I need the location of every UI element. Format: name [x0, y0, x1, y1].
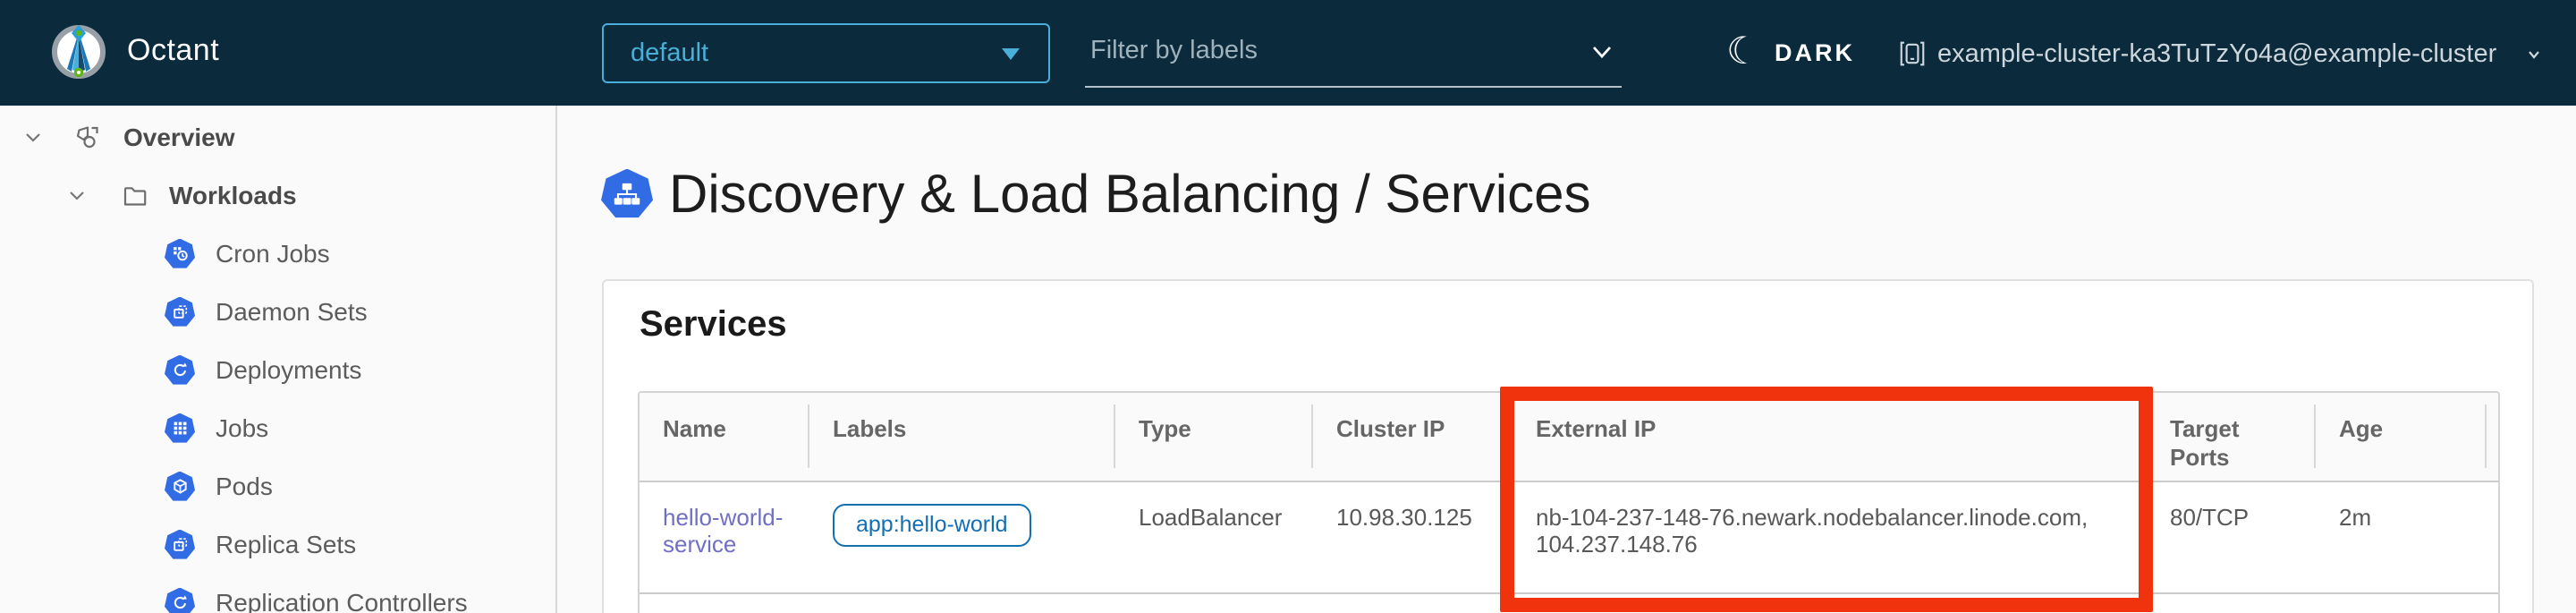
cluster-context-label: example-cluster-ka3TuTzYo4a@example-clus… [1937, 39, 2496, 69]
octant-app: Octant default Filter by labels ☾ DARK e… [0, 0, 2576, 613]
sidebar-item-cron-jobs[interactable]: Cron Jobs [0, 225, 555, 283]
sidebar-item-label: Overview [123, 123, 235, 152]
sidebar-item-deployments[interactable]: Deployments [0, 341, 555, 399]
replica-sets-icon [165, 530, 195, 560]
sidebar-item-label: Replica Sets [216, 531, 356, 559]
column-header-spacer [2487, 393, 2526, 481]
cell-labels: app:hello-world [809, 482, 1115, 592]
sidebar-item-jobs[interactable]: Jobs [0, 399, 555, 457]
sidebar-item-replica-sets[interactable]: Replica Sets [0, 515, 555, 574]
folder-icon [123, 183, 148, 209]
namespace-select[interactable]: default [602, 23, 1050, 83]
service-name-link[interactable]: hello-world-service [663, 504, 783, 558]
sidebar-nav-tree: Overview Workloads Cron Jobs [0, 106, 557, 613]
sidebar-item-label: Cron Jobs [216, 240, 330, 268]
chevron-down-icon [2526, 47, 2542, 63]
replication-controllers-icon [165, 588, 195, 613]
cron-jobs-icon [165, 239, 195, 269]
sidebar-item-workloads[interactable]: Workloads [0, 166, 555, 225]
chevron-down-icon[interactable] [1589, 39, 1614, 64]
column-header-type[interactable]: Type [1115, 393, 1313, 481]
moon-icon: ☾ [1726, 30, 1760, 72]
sidebar-item-label: Pods [216, 473, 273, 501]
chevron-down-icon[interactable] [68, 187, 86, 205]
deployments-icon [165, 355, 195, 386]
column-header-cluster-ip[interactable]: Cluster IP [1313, 393, 1513, 481]
page-title: Discovery & Load Balancing / Services [669, 163, 1591, 225]
column-header-external-ip[interactable]: External IP [1513, 393, 2147, 481]
table-row: hello-world-service app:hello-world Load… [640, 482, 2498, 594]
sidebar-item-replication-controllers[interactable]: Replication Controllers [0, 574, 555, 613]
column-header-name[interactable]: Name [640, 393, 809, 481]
namespace-select-value: default [631, 25, 708, 81]
sidebar-item-daemon-sets[interactable]: Daemon Sets [0, 283, 555, 341]
table-header-row: Name Labels Type Cluster IP External IP … [640, 393, 2498, 482]
sidebar-item-label: Deployments [216, 356, 361, 385]
chevron-down-icon[interactable] [24, 129, 42, 147]
sidebar-item-label: Workloads [169, 182, 297, 210]
services-table: Name Labels Type Cluster IP External IP … [638, 391, 2500, 613]
sidebar-item-label: Daemon Sets [216, 298, 368, 327]
theme-toggle-label: DARK [1775, 39, 1855, 67]
column-header-labels[interactable]: Labels [809, 393, 1115, 481]
cluster-host-icon [1898, 39, 1927, 68]
cell-type: LoadBalancer [1115, 482, 1313, 592]
sidebar-item-label: Replication Controllers [216, 589, 468, 613]
cell-cluster-ip: 10.98.30.125 [1313, 482, 1513, 592]
pods-icon [165, 472, 195, 502]
daemon-sets-icon [165, 297, 195, 328]
cell-spacer [2487, 482, 2531, 592]
service-resource-icon [601, 169, 653, 219]
services-card: Services Name Labels Type Cluster IP Ext… [602, 279, 2534, 613]
cell-age: 2m [2316, 482, 2487, 592]
page-heading: Discovery & Load Balancing / Services [601, 163, 1591, 225]
table-next-row-partial [640, 594, 2498, 613]
app-title: Octant [127, 33, 219, 68]
jobs-icon [165, 413, 195, 444]
caret-down-icon [1002, 48, 1020, 60]
sidebar-item-label: Jobs [216, 414, 268, 443]
label-badge[interactable]: app:hello-world [833, 504, 1031, 547]
label-filter-input[interactable]: Filter by labels [1085, 18, 1622, 88]
column-header-age[interactable]: Age [2316, 393, 2487, 481]
sidebar-item-overview[interactable]: Overview [0, 108, 555, 166]
objects-icon [74, 124, 101, 151]
label-filter-placeholder: Filter by labels [1090, 18, 1258, 82]
cell-target-ports: 80/TCP [2147, 482, 2316, 592]
cell-external-ip: nb-104-237-148-76.newark.nodebalancer.li… [1513, 482, 2147, 592]
sidebar-item-pods[interactable]: Pods [0, 457, 555, 515]
cell-name: hello-world-service [640, 482, 809, 592]
card-title: Services [640, 304, 787, 345]
octant-logo-icon [50, 23, 107, 81]
top-navbar: Octant default Filter by labels ☾ DARK e… [0, 0, 2576, 106]
column-header-target-ports[interactable]: Target Ports [2147, 393, 2316, 481]
